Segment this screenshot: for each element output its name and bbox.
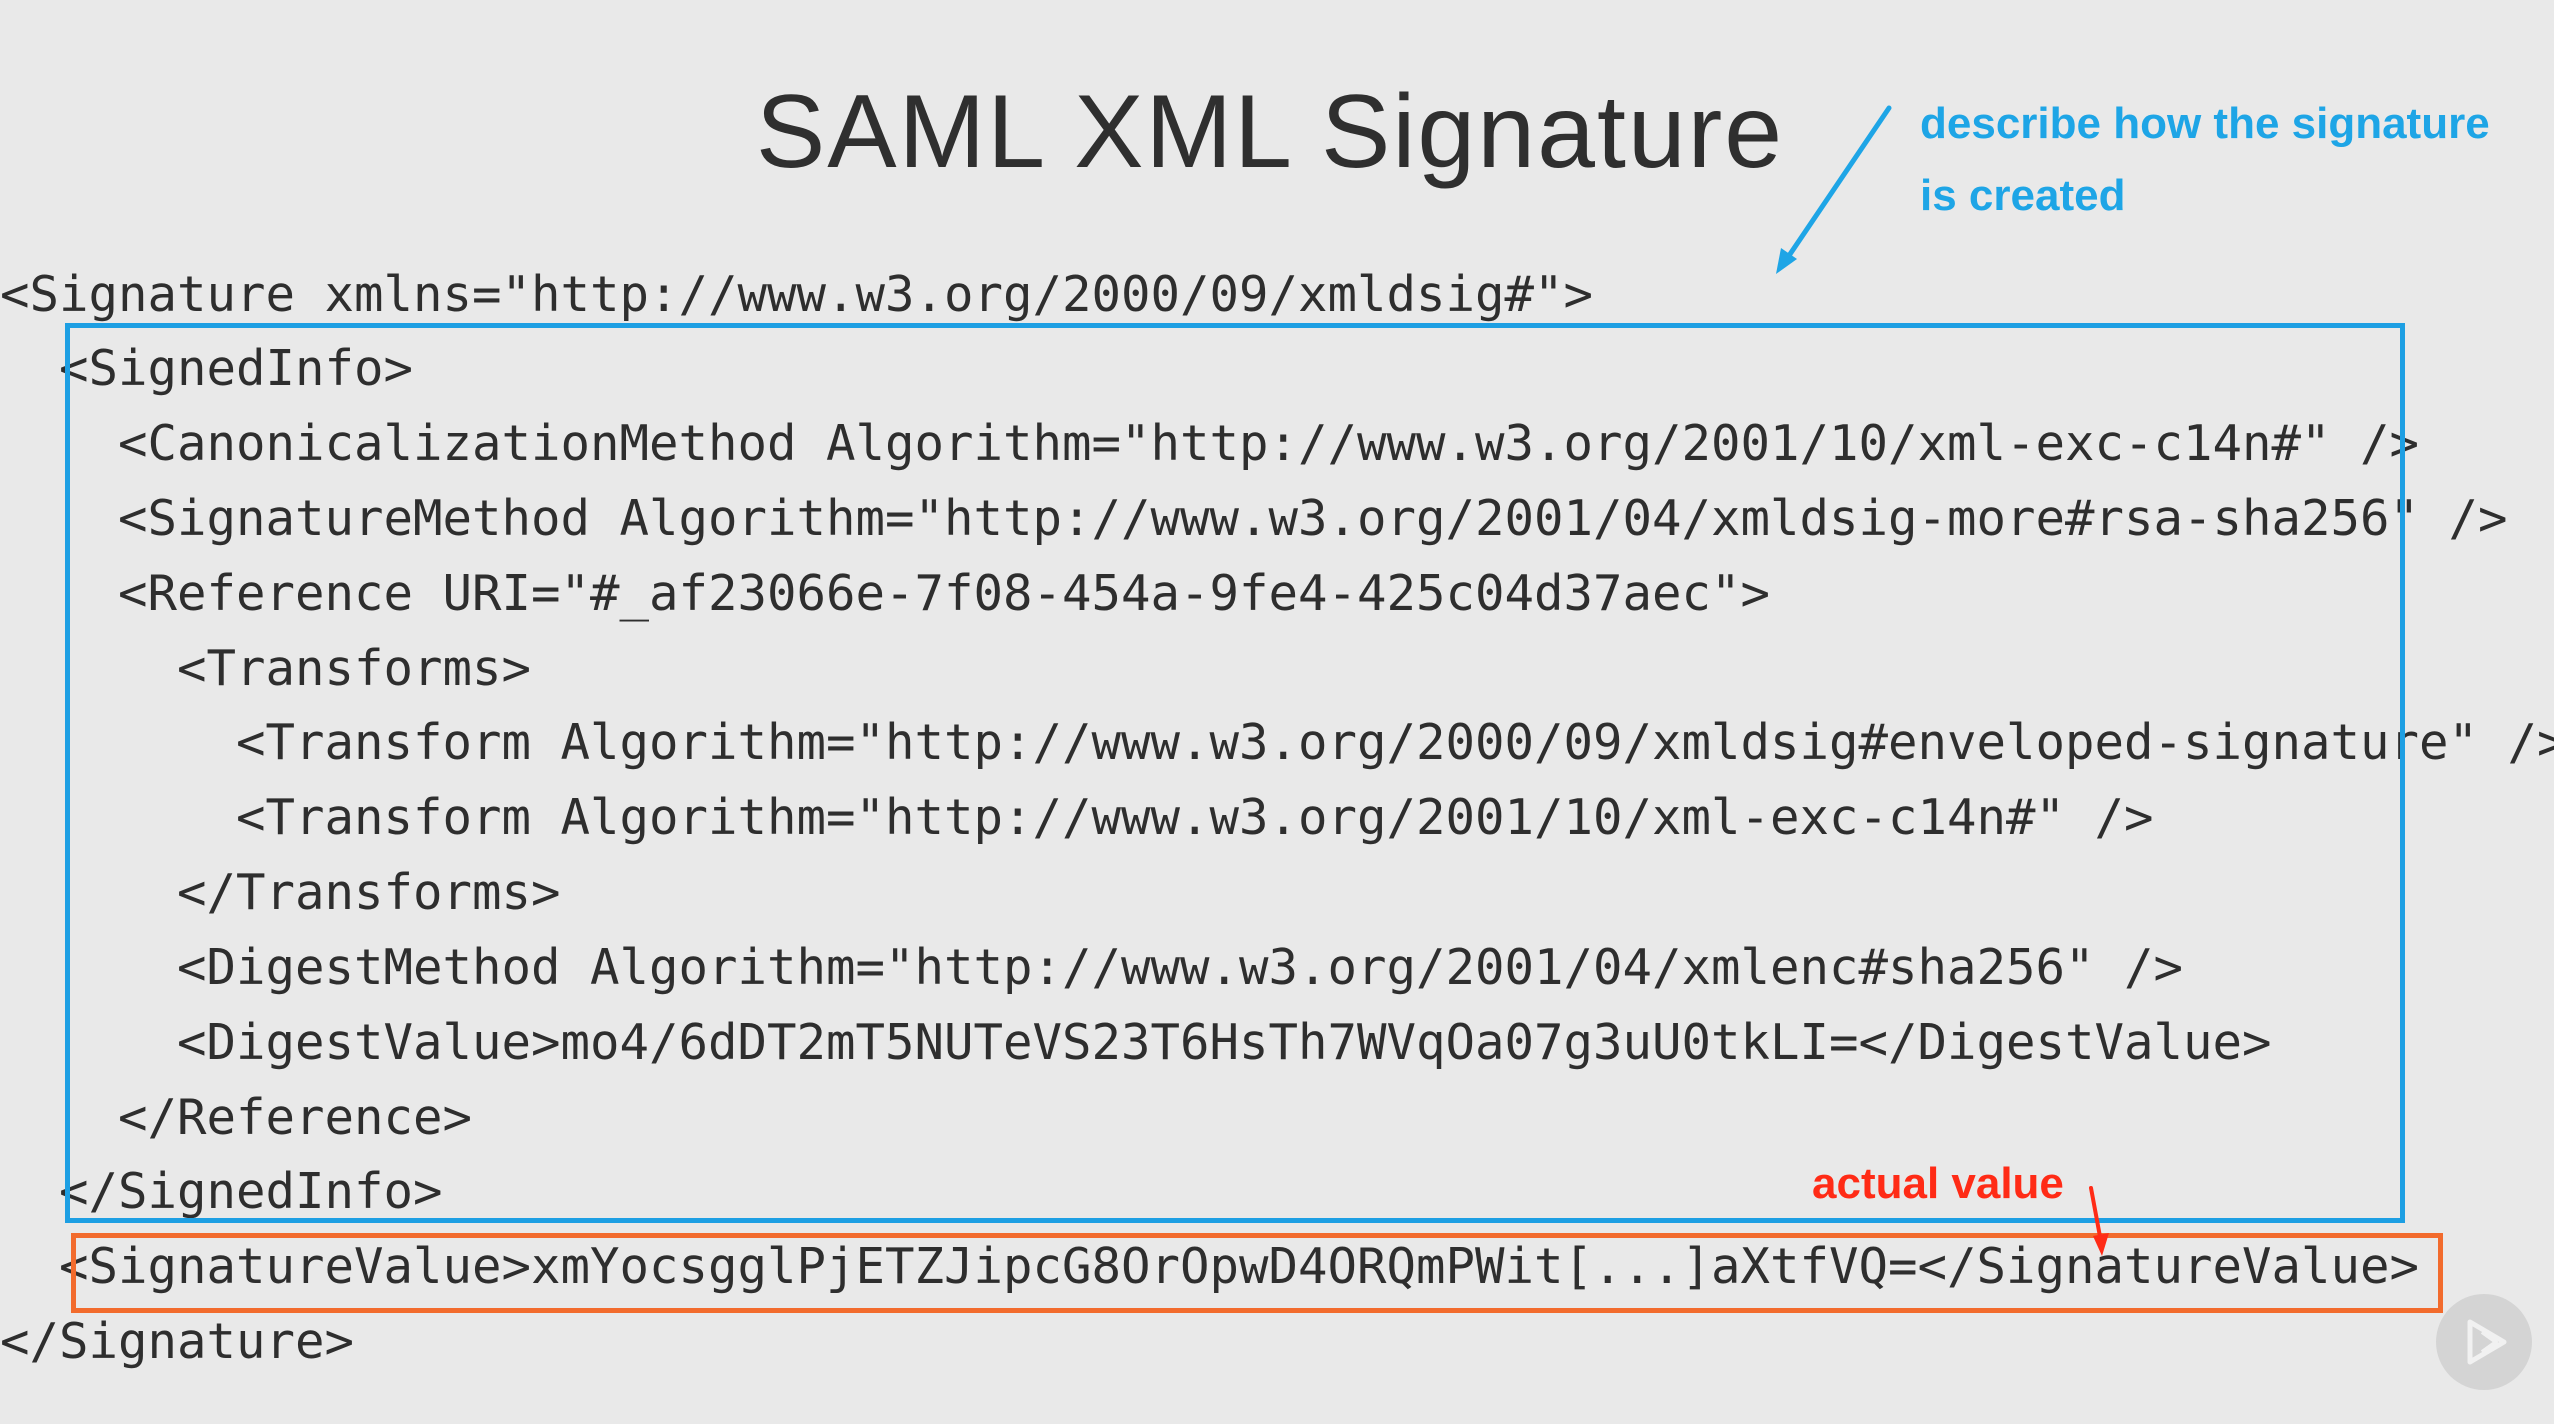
signature-value-highlight-box xyxy=(71,1233,2443,1313)
slide: SAML XML Signature <Signature xmlns="htt… xyxy=(0,0,2554,1424)
signed-info-highlight-box xyxy=(65,323,2405,1223)
signed-info-annotation: describe how the signature is created xyxy=(1920,88,2554,232)
play-icon xyxy=(2436,1294,2532,1390)
signature-value-annotation: actual value xyxy=(1812,1159,2064,1208)
code-line-signature-open: <Signature xmlns="http://www.w3.org/2000… xyxy=(0,266,1594,323)
signed-info-annotation-line2: is created xyxy=(1920,171,2126,220)
signed-info-annotation-line1: describe how the signature xyxy=(1920,99,2490,148)
code-line-signature-close: </Signature> xyxy=(0,1313,355,1370)
